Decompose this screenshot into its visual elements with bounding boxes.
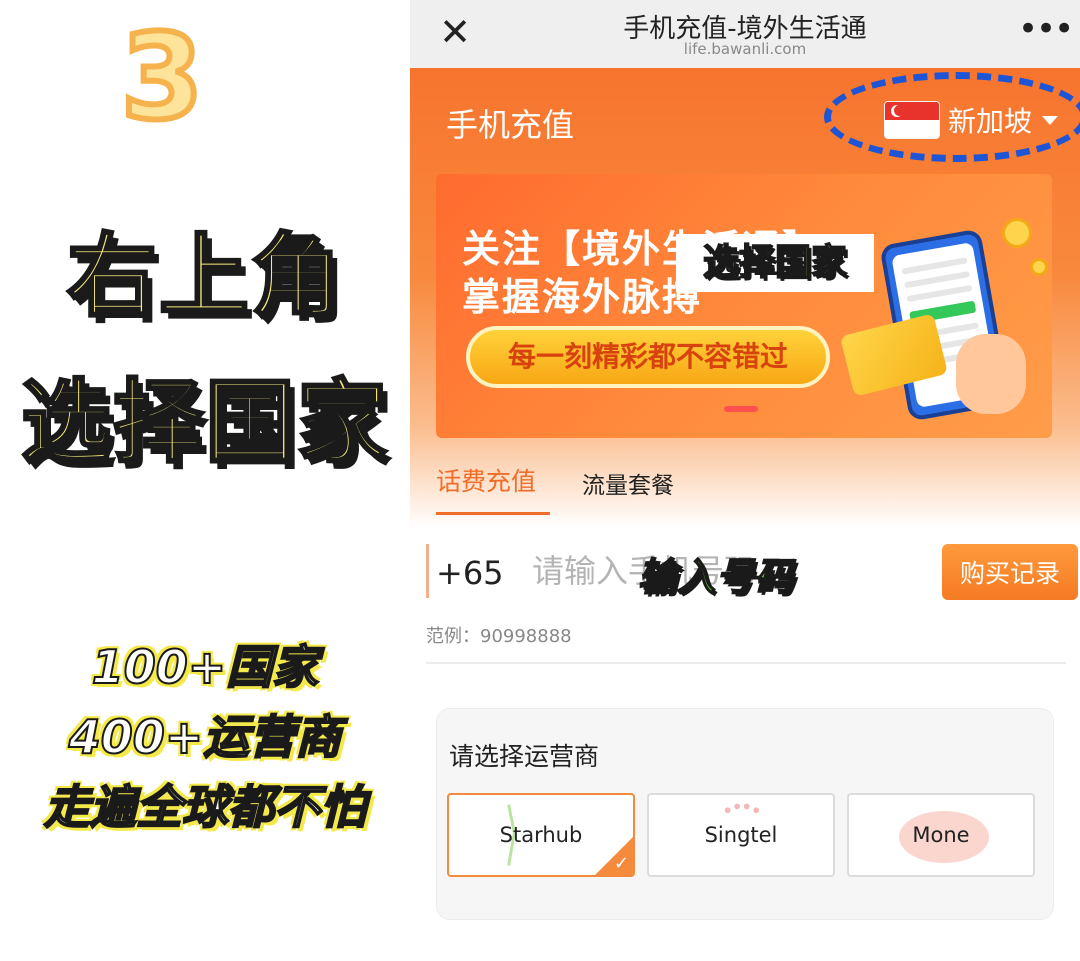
tab-phone-credit[interactable]: 话费充值 <box>436 462 536 498</box>
input-number-annotation: 输入号码 <box>637 554 795 600</box>
caption-top-right-corner: 右上角 <box>66 224 343 329</box>
annotation-highlight-oval <box>824 72 1080 162</box>
carrier-option-starhub[interactable]: Starhub ✓ <box>447 793 635 877</box>
carrier-label: Starhub <box>499 823 583 847</box>
carrier-label: Singtel <box>704 823 778 847</box>
coin-icon <box>1002 218 1032 248</box>
example-number: 范例：90998888 <box>426 626 572 647</box>
caption-select-country: 选择国家 <box>20 370 389 475</box>
carrier-label: Mone <box>912 823 970 847</box>
more-icon[interactable]: ••• <box>1018 12 1074 46</box>
carrier-option-mone[interactable]: Mone <box>847 793 1035 877</box>
browser-topbar: ✕ 手机充值-境外生活通 life.bawanli.com ••• <box>410 0 1080 68</box>
active-tab-indicator <box>436 512 550 515</box>
carrier-section-title: 请选择运营商 <box>449 742 600 771</box>
check-icon: ✓ <box>613 853 629 874</box>
purchase-history-button[interactable]: 购买记录 <box>942 544 1078 600</box>
carousel-indicator <box>724 406 758 412</box>
browser-url: life.bawanli.com <box>683 40 807 58</box>
banner-slogan-pill: 每一刻精彩都不容错过 <box>466 326 830 388</box>
carrier-selection-card: 请选择运营商 Starhub ✓ Singtel Mone <box>436 708 1054 920</box>
phone-screen: ✕ 手机充值-境外生活通 life.bawanli.com ••• 手机充值 新… <box>410 0 1080 961</box>
carrier-option-singtel[interactable]: Singtel <box>647 793 835 877</box>
phone-input-row: +65 输入号码 购买记录 <box>426 540 1078 602</box>
promo-panel: 3 右上角 选择国家 100+国家 400+运营商 走遍全球都不怕 <box>0 0 410 961</box>
select-country-annotation: 选择国家 <box>676 234 874 292</box>
stat-carriers: 400+运营商 <box>68 710 343 764</box>
hand-illustration <box>956 334 1026 414</box>
coin-icon <box>1030 258 1048 276</box>
tab-data-plan[interactable]: 流量套餐 <box>582 466 674 500</box>
promo-banner[interactable]: 关注【境外生活通】 掌握海外脉搏 每一刻精彩都不容错过 选择国家 <box>436 174 1052 438</box>
country-code: +65 <box>436 554 504 592</box>
banner-line2: 掌握海外脉搏 <box>462 275 703 319</box>
stat-countries: 100+国家 <box>91 640 320 694</box>
divider <box>426 662 1066 664</box>
page-title: 手机充值 <box>446 106 575 144</box>
step-number: 3 <box>118 8 206 146</box>
stat-slogan: 走遍全球都不怕 <box>43 780 367 834</box>
input-cursor-bar <box>426 544 429 598</box>
